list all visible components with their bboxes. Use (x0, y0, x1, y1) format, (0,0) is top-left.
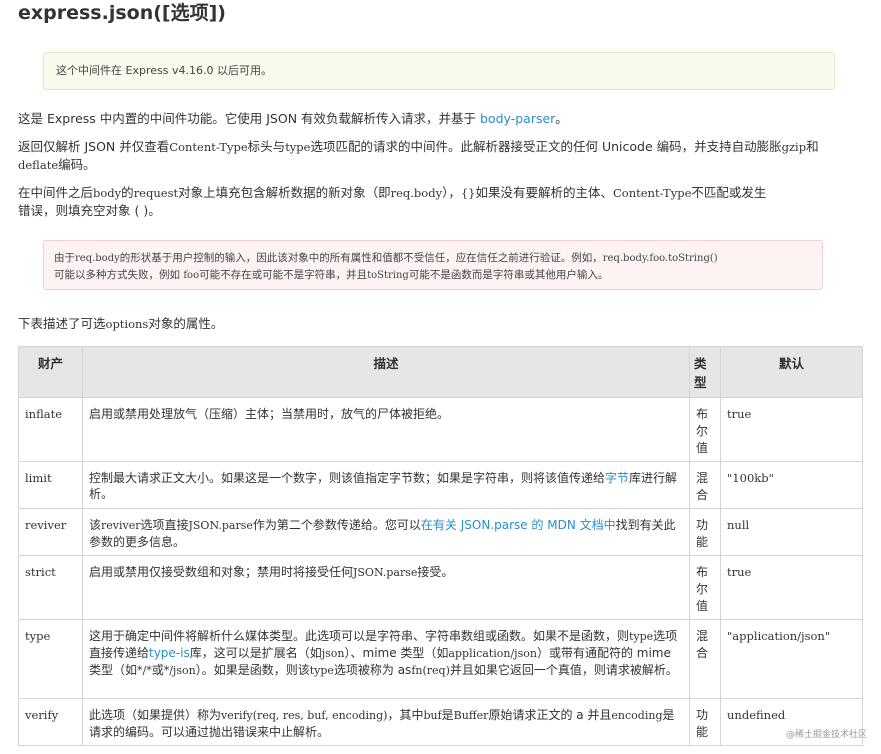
table-intro: 下表描述了可选options对象的属性。 (18, 316, 224, 331)
cell-property: limit (18, 461, 83, 509)
availability-note: 这个中间件在 Express v4.16.0 以后可用。 (43, 52, 835, 90)
cell-default: true (720, 397, 863, 462)
table-row: type 这用于确定中间件将解析什么媒体类型。此选项可以是字符串、字符串数组或函… (18, 619, 863, 699)
cell-default: "application/json" (720, 619, 863, 699)
page-title: express.json([选项]) (18, 2, 226, 24)
body-paragraph: 在中间件之后body的request对象上填充包含解析数据的新对象（即req.b… (18, 185, 767, 218)
cell-type: 布尔值 (689, 555, 722, 620)
cell-property: inflate (18, 397, 83, 462)
header-type: 类型 (689, 346, 722, 398)
cell-property: type (18, 619, 83, 699)
cell-default: null (720, 508, 863, 556)
cell-description: 该reviver选项直接JSON.parse作为第二个参数传递给。您可以在有关 … (81, 508, 691, 556)
bytes-link[interactable]: 字节 (605, 471, 629, 485)
cell-description: 此选项（如果提供）称为verify(req, res, buf, encodin… (81, 698, 691, 746)
cell-type: 混合 (689, 461, 722, 509)
table-row: limit 控制最大请求正文大小。如果这是一个数字，则该值指定字节数；如果是字符… (18, 461, 863, 509)
cell-default: "100kb" (720, 461, 863, 509)
body-parser-link[interactable]: body-parser (480, 111, 555, 126)
cell-type: 功能 (689, 698, 722, 746)
table-row: strict 启用或禁用仅接受数组和对象；禁用时将接受任何JSON.parse接… (18, 555, 863, 620)
table-row: reviver 该reviver选项直接JSON.parse作为第二个参数传递给… (18, 508, 863, 556)
security-warning: 由于req.body的形状基于用户控制的输入，因此该对象中的所有属性和值都不受信… (43, 240, 823, 290)
mdn-json-parse-link[interactable]: 在有关 JSON.parse 的 MDN 文档中 (421, 518, 616, 532)
table-row: verify 此选项（如果提供）称为verify(req, res, buf, … (18, 698, 863, 746)
cell-property: verify (18, 698, 83, 746)
cell-description: 启用或禁用处理放气（压缩）主体；当禁用时，放气的尸体被拒绝。 (81, 397, 691, 462)
header-description: 描述 (81, 346, 691, 398)
cell-default: true (720, 555, 863, 620)
cell-type: 混合 (689, 619, 722, 699)
header-default: 默认 (720, 346, 863, 398)
intro-paragraph: 这是 Express 中内置的中间件功能。它使用 JSON 有效负载解析传入请求… (18, 111, 568, 126)
cell-description: 这用于确定中间件将解析什么媒体类型。此选项可以是字符串、字符串数组或函数。如果不… (81, 619, 691, 699)
cell-property: reviver (18, 508, 83, 556)
table-header-row: 财产 描述 类型 默认 (18, 346, 863, 398)
options-table: 财产 描述 类型 默认 inflate 启用或禁用处理放气（压缩）主体；当禁用时… (18, 346, 863, 746)
description-paragraph: 返回仅解析 JSON 并仅查看Content-Type标头与type选项匹配的请… (18, 139, 819, 172)
watermark: @稀土掘金技术社区 (785, 730, 867, 740)
cell-description: 启用或禁用仅接受数组和对象；禁用时将接受任何JSON.parse接受。 (81, 555, 691, 620)
type-is-link[interactable]: type-is (149, 646, 190, 660)
cell-type: 功能 (689, 508, 722, 556)
header-property: 财产 (18, 346, 83, 398)
cell-type: 布尔值 (689, 397, 722, 462)
cell-description: 控制最大请求正文大小。如果这是一个数字，则该值指定字节数；如果是字符串，则将该值… (81, 461, 691, 509)
cell-property: strict (18, 555, 83, 620)
table-row: inflate 启用或禁用处理放气（压缩）主体；当禁用时，放气的尸体被拒绝。 布… (18, 397, 863, 462)
